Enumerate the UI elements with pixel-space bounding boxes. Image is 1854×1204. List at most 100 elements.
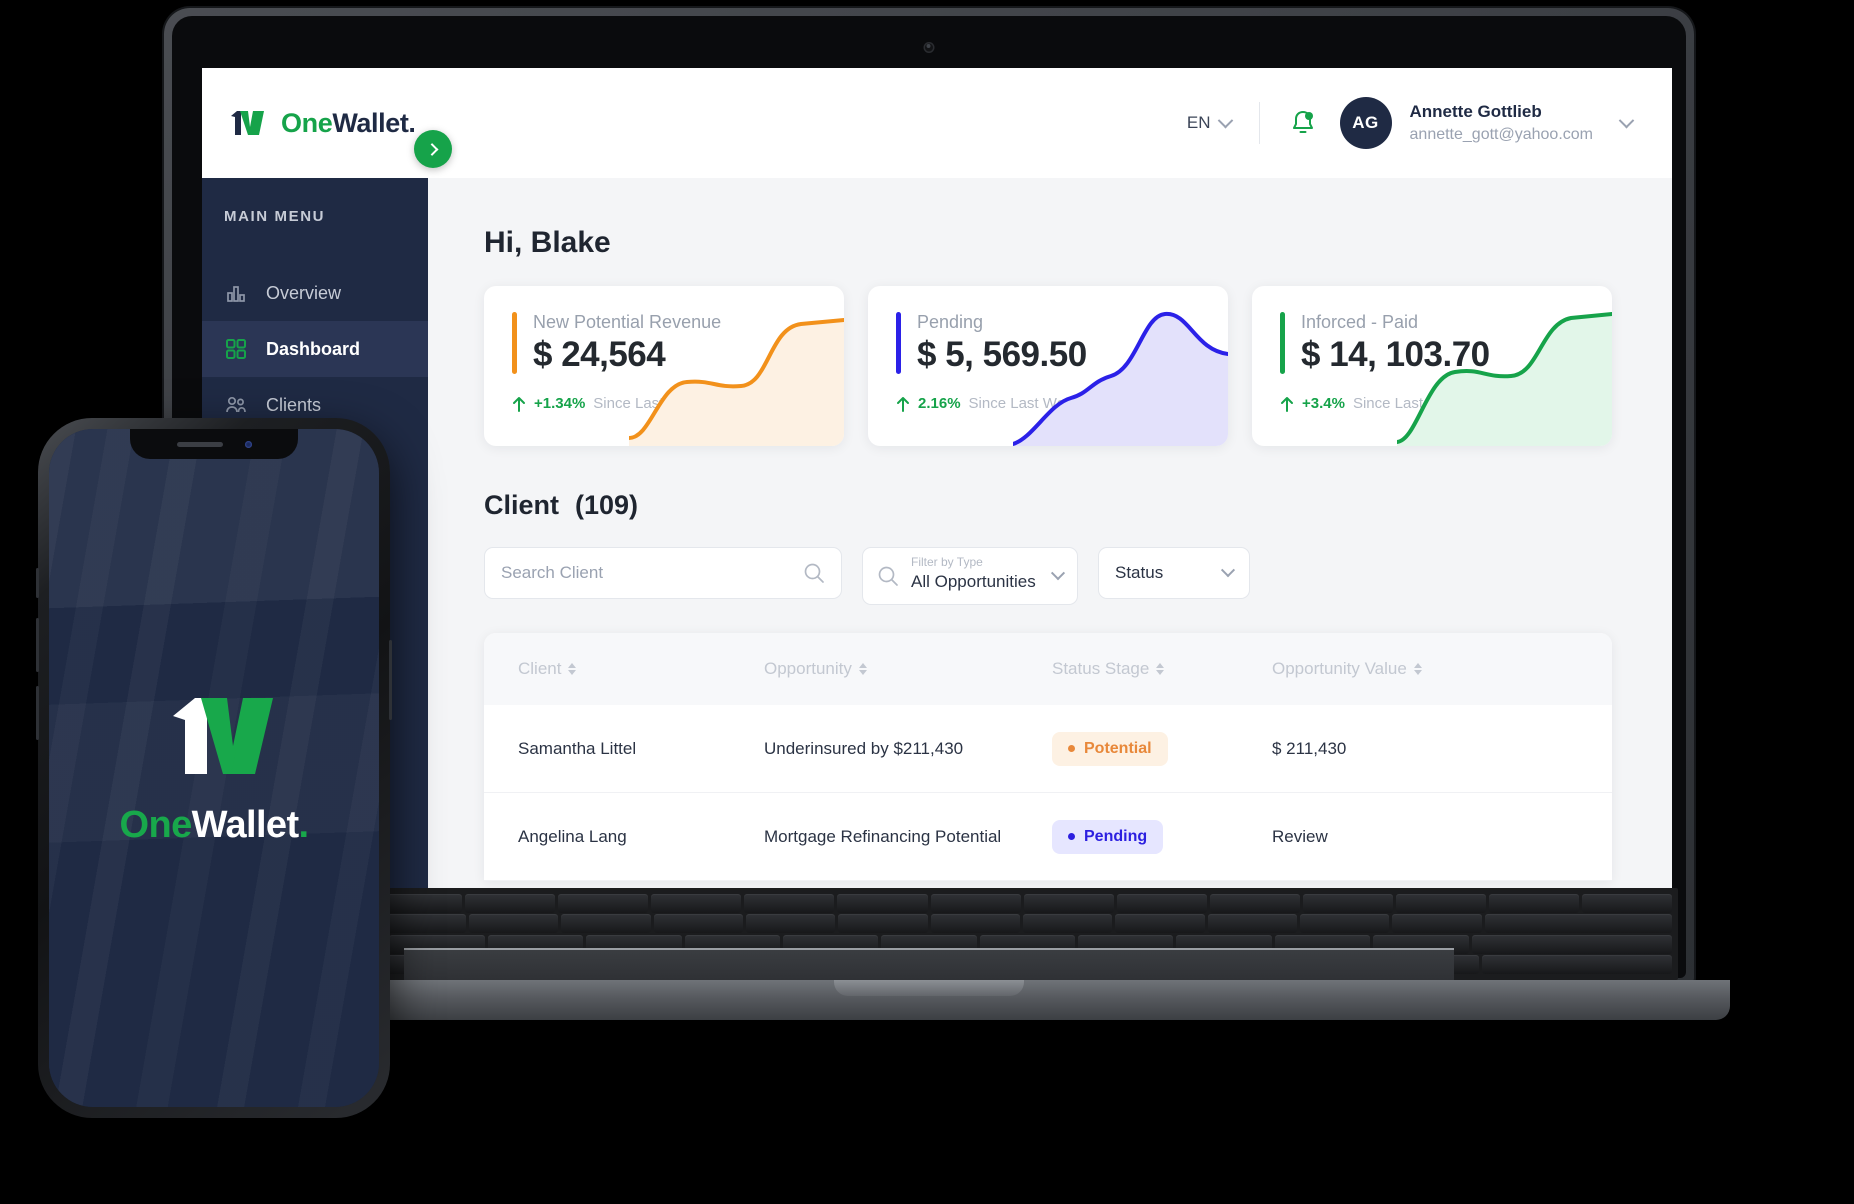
phone-logo-wallet: Wallet bbox=[191, 803, 300, 846]
column-header-status-stage[interactable]: Status Stage bbox=[1052, 659, 1272, 679]
stat-card-pending[interactable]: Pending $ 5, 569.50 2.16% Since Last Wee… bbox=[868, 286, 1228, 446]
column-header-label: Opportunity bbox=[764, 659, 852, 678]
main-content: Hi, Blake New Potential Revenue $ 24,564… bbox=[428, 178, 1672, 978]
page-title: Hi, Blake bbox=[484, 226, 611, 259]
laptop-bezel: OneWallet. EN AG Annette Gottlieb annett… bbox=[172, 16, 1686, 978]
arrow-up-icon bbox=[897, 396, 909, 412]
people-icon bbox=[226, 396, 246, 413]
logo-text-one: One bbox=[281, 107, 333, 138]
table-row[interactable]: Samantha Littel Underinsured by $211,430… bbox=[484, 705, 1612, 793]
status-select[interactable]: Status bbox=[1098, 547, 1250, 599]
cell-client: Angelina Lang bbox=[518, 826, 627, 846]
stat-card-inforced-paid[interactable]: Inforced - Paid $ 14, 103.70 +3.4% Since… bbox=[1252, 286, 1612, 446]
notifications-button[interactable] bbox=[1266, 109, 1340, 137]
sidebar-item-label: Clients bbox=[266, 394, 322, 415]
column-header-opportunity-value[interactable]: Opportunity Value bbox=[1272, 659, 1512, 679]
phone-screen: OneWallet. bbox=[49, 429, 379, 1107]
column-header-client[interactable]: Client bbox=[518, 659, 764, 679]
cell-status-stage: Pending bbox=[1052, 819, 1272, 854]
sort-arrows-icon bbox=[858, 663, 867, 675]
cell-opportunity: Underinsured by $211,430 bbox=[764, 738, 964, 758]
chevron-down-icon bbox=[1050, 566, 1066, 581]
phone-splash-content: OneWallet. bbox=[49, 429, 379, 1107]
client-section-header: Client (109) bbox=[484, 490, 1612, 521]
app-logo[interactable]: OneWallet. bbox=[228, 108, 416, 139]
search-client-field[interactable] bbox=[484, 547, 842, 599]
sidebar-item-dashboard[interactable]: Dashboard bbox=[202, 321, 428, 377]
search-icon bbox=[804, 563, 824, 583]
sort-arrows-icon bbox=[568, 663, 577, 675]
stat-accent-bar bbox=[512, 312, 517, 374]
search-input[interactable] bbox=[501, 563, 803, 583]
keyboard-row bbox=[186, 914, 1673, 934]
filter-by-type-select[interactable]: Filter by Type All Opportunities bbox=[862, 547, 1078, 605]
sidebar-menu-title: MAIN MENU bbox=[224, 208, 326, 225]
user-info[interactable]: Annette Gottlieb annette_gott@yahoo.com bbox=[1410, 101, 1593, 146]
chevron-down-icon bbox=[1217, 112, 1233, 128]
filters-row: Filter by Type All Opportunities Status bbox=[484, 547, 1612, 605]
arrow-up-icon bbox=[1281, 396, 1293, 412]
status-select-value: Status bbox=[1115, 563, 1164, 582]
status-badge: Potential bbox=[1052, 731, 1168, 766]
clients-table: Client Opportunity Status Stage Opportun… bbox=[484, 633, 1612, 881]
avatar[interactable]: AG bbox=[1339, 97, 1392, 149]
arrow-up-icon bbox=[513, 396, 525, 412]
sparkline-chart bbox=[1397, 312, 1612, 446]
stat-card-row: New Potential Revenue $ 24,564 +1.34% Si… bbox=[484, 286, 1612, 446]
cell-opportunity: Mortgage Refinancing Potential bbox=[764, 826, 1002, 846]
cell-client: Samantha Littel bbox=[518, 738, 637, 758]
sidebar-collapse-toggle[interactable] bbox=[414, 130, 452, 168]
column-header-label: Status Stage bbox=[1052, 659, 1150, 678]
cell-opportunity-value: Review bbox=[1272, 826, 1328, 846]
sparkline-chart bbox=[629, 318, 844, 446]
phone-volume-up-button bbox=[36, 618, 39, 672]
stat-delta: +3.4% bbox=[1302, 395, 1345, 412]
user-menu-chevron-down-icon[interactable] bbox=[1618, 112, 1635, 128]
notification-bell-icon bbox=[1292, 111, 1313, 133]
column-header-opportunity[interactable]: Opportunity bbox=[764, 659, 1052, 679]
sidebar-item-overview[interactable]: Overview bbox=[202, 265, 428, 321]
avatar-initials: AG bbox=[1352, 113, 1379, 132]
laptop-screen: OneWallet. EN AG Annette Gottlieb annett… bbox=[202, 68, 1672, 978]
language-label: EN bbox=[1186, 113, 1211, 132]
search-icon bbox=[878, 566, 898, 586]
screenshot-stage: OneWallet. EN AG Annette Gottlieb annett… bbox=[0, 0, 1854, 1204]
status-dot-icon bbox=[1068, 833, 1075, 840]
stat-delta: 2.16% bbox=[918, 395, 961, 412]
sidebar-item-label: Overview bbox=[266, 282, 342, 303]
phone-silent-switch bbox=[36, 568, 39, 598]
sort-arrows-icon bbox=[1156, 663, 1165, 675]
keyboard-row bbox=[186, 894, 1672, 914]
stat-delta: +1.34% bbox=[534, 395, 586, 412]
phone-frame: OneWallet. bbox=[38, 418, 390, 1118]
chevron-right-icon bbox=[425, 142, 438, 156]
onewallet-dashboard-app: OneWallet. EN AG Annette Gottlieb annett… bbox=[202, 68, 1672, 978]
onewallet-logo-mark-icon bbox=[231, 111, 264, 135]
status-badge: Pending bbox=[1052, 819, 1164, 854]
phone-mockup: OneWallet. bbox=[36, 418, 392, 1118]
stat-card-new-potential-revenue[interactable]: New Potential Revenue $ 24,564 +1.34% Si… bbox=[484, 286, 844, 446]
sidebar-item-label: Dashboard bbox=[266, 338, 361, 359]
topbar-divider bbox=[1258, 102, 1260, 144]
laptop-trackpad bbox=[404, 948, 1454, 982]
column-header-label: Client bbox=[518, 659, 562, 678]
grid-squares-icon bbox=[226, 339, 246, 359]
speaker-grille-icon bbox=[176, 441, 223, 447]
language-selector[interactable]: EN bbox=[1165, 112, 1253, 133]
logo-text: OneWallet. bbox=[281, 108, 416, 139]
phone-notch bbox=[130, 429, 298, 459]
phone-power-button bbox=[389, 640, 392, 720]
cell-opportunity-value: $ 211,430 bbox=[1272, 738, 1347, 758]
table-header-row: Client Opportunity Status Stage Opportun… bbox=[484, 633, 1612, 705]
client-section-title: Client bbox=[484, 490, 560, 520]
laptop-base-notch bbox=[834, 980, 1024, 996]
chevron-down-icon bbox=[1220, 563, 1236, 578]
logo-text-wallet: Wallet. bbox=[332, 107, 416, 138]
filter-by-type-label: Filter by Type bbox=[911, 555, 983, 569]
topbar-right-cluster: EN AG Annette Gottlieb annette_gott@yaho… bbox=[1165, 97, 1635, 149]
sort-arrows-icon bbox=[1413, 663, 1422, 675]
column-header-label: Opportunity Value bbox=[1272, 659, 1407, 678]
table-row[interactable]: Angelina Lang Mortgage Refinancing Poten… bbox=[484, 793, 1612, 881]
phone-logo-dot: . bbox=[298, 803, 310, 846]
cell-status-stage: Potential bbox=[1052, 731, 1272, 766]
